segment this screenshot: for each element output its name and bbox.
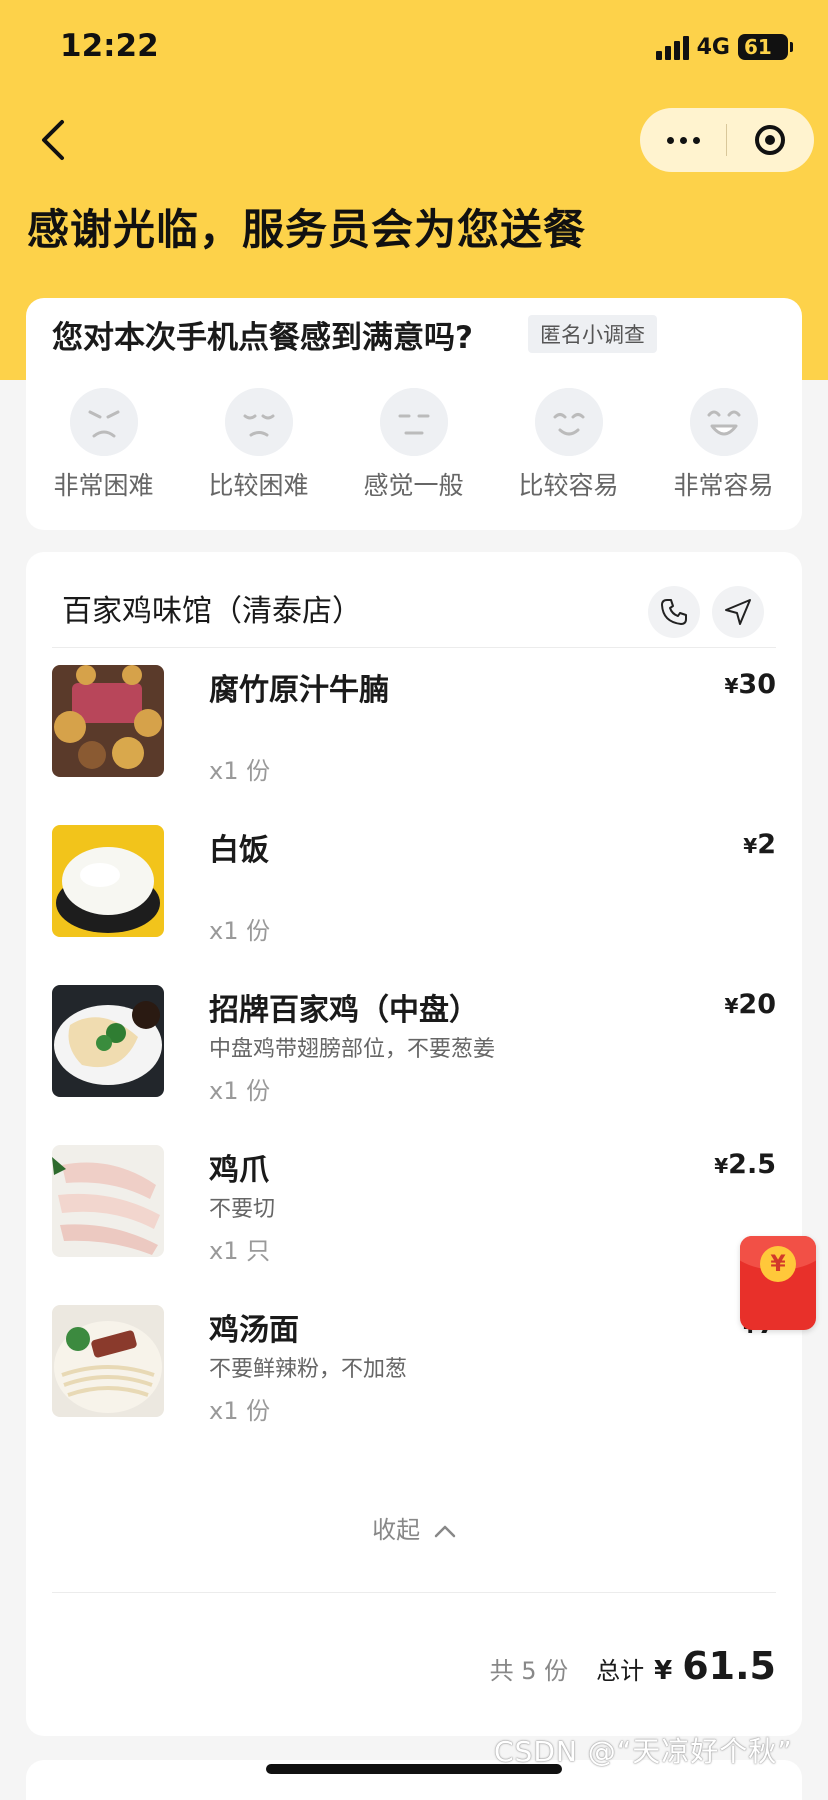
total-amount: 61.5: [682, 1644, 776, 1688]
smile-face-icon: [534, 388, 603, 456]
signal-icon: [655, 34, 689, 60]
list-item[interactable]: 白饭 x1 份 ¥2: [52, 825, 776, 945]
item-quantity: x1 份: [209, 1397, 271, 1425]
phone-icon: [661, 599, 687, 625]
status-time: 12:22: [60, 28, 159, 64]
item-price: ¥2.5: [714, 1149, 776, 1180]
survey-option-label: 感觉一般: [363, 471, 464, 500]
more-dots-icon[interactable]: [640, 108, 726, 172]
red-packet-icon[interactable]: ¥: [740, 1236, 816, 1330]
rice-photo: [52, 825, 164, 937]
survey-option-easy[interactable]: 比较容易: [491, 388, 646, 502]
network-type: 4G: [696, 34, 730, 60]
chicken-feet-photo: [52, 1145, 164, 1257]
noodle-soup-photo: [52, 1305, 164, 1417]
item-name: 腐竹原汁牛腩: [209, 673, 389, 708]
list-item[interactable]: 腐竹原汁牛腩 x1 份 ¥30: [52, 665, 776, 785]
order-summary: 共 5 份 总计 ¥ 61.5: [490, 1644, 776, 1688]
item-name: 白饭: [209, 833, 269, 868]
survey-option-label: 比较困难: [208, 471, 309, 500]
item-quantity: x1 份: [209, 1077, 271, 1105]
status-indicators: 4G 61: [655, 34, 793, 60]
survey-option-hard[interactable]: 比较困难: [181, 388, 336, 502]
target-icon[interactable]: [727, 108, 813, 172]
item-quantity: x1 份: [209, 917, 271, 945]
item-price: ¥20: [725, 989, 777, 1020]
currency-symbol: ¥: [654, 1656, 673, 1686]
item-note: 不要切: [209, 1197, 276, 1222]
chicken-photo: [52, 985, 164, 1097]
list-item[interactable]: 鸡汤面 不要鲜辣粉，不加葱 x1 份 ¥7: [52, 1305, 776, 1425]
item-price: ¥30: [725, 669, 777, 700]
item-note: 不要鲜辣粉，不加葱: [209, 1357, 408, 1382]
item-price: ¥2: [743, 829, 776, 860]
shop-name[interactable]: 百家鸡味馆（清泰店）: [62, 586, 362, 630]
chevron-up-icon: [434, 1525, 456, 1538]
list-item[interactable]: 招牌百家鸡（中盘） 中盘鸡带翅膀部位，不要葱姜 x1 份 ¥20: [52, 985, 776, 1105]
summary-divider: [52, 1592, 776, 1593]
currency-symbol: ¥: [714, 1154, 729, 1178]
item-price-value: 2: [757, 829, 776, 860]
angry-face-icon: [69, 388, 138, 456]
battery-icon: 61: [738, 34, 793, 60]
currency-symbol: ¥: [743, 834, 758, 858]
survey-option-very-easy[interactable]: 非常容易: [646, 388, 801, 502]
item-name: 鸡爪: [209, 1153, 269, 1188]
sad-face-icon: [224, 388, 293, 456]
currency-symbol: ¥: [724, 994, 739, 1018]
mini-program-capsule: [640, 108, 814, 172]
item-quantity: x1 只: [209, 1237, 271, 1265]
survey-option-label: 比较容易: [518, 471, 619, 500]
order-card: 百家鸡味馆（清泰店） 腐竹原汁牛腩 x1 份 ¥30 白饭 x1 份 ¥2 招牌…: [26, 552, 802, 1736]
item-count: 共 5 份: [489, 1657, 569, 1685]
survey-option-neutral[interactable]: 感觉一般: [336, 388, 491, 502]
survey-tag: 匿名小调查: [528, 315, 657, 353]
item-quantity: x1 份: [209, 757, 271, 785]
battery-level: 61: [744, 35, 772, 59]
list-item[interactable]: 鸡爪 不要切 x1 只 ¥2.5: [52, 1145, 776, 1265]
call-button[interactable]: [648, 586, 700, 638]
red-packet-coin: ¥: [760, 1246, 796, 1282]
survey-option-label: 非常容易: [673, 471, 774, 500]
collapse-button[interactable]: 收起: [26, 1510, 802, 1545]
laugh-face-icon: [689, 388, 758, 456]
item-note: 中盘鸡带翅膀部位，不要葱姜: [209, 1037, 496, 1062]
header-divider: [52, 647, 776, 648]
home-indicator[interactable]: [266, 1764, 562, 1774]
item-price-value: 20: [738, 989, 776, 1020]
survey-question: 您对本次手机点餐感到满意吗?: [52, 320, 473, 356]
item-name: 鸡汤面: [209, 1313, 299, 1348]
total-label: 总计: [596, 1657, 645, 1685]
item-price-value: 2.5: [728, 1149, 776, 1180]
item-name: 招牌百家鸡（中盘）: [209, 993, 479, 1028]
item-price-value: 30: [738, 669, 776, 700]
satisfaction-survey-card: 您对本次手机点餐感到满意吗? 匿名小调查 非常困难 比较困难 感觉一般 比较容易…: [26, 298, 802, 530]
survey-option-label: 非常困难: [53, 471, 154, 500]
beef-brisket-photo: [52, 665, 164, 777]
survey-options: 非常困难 比较困难 感觉一般 比较容易 非常容易: [26, 388, 802, 502]
navigate-button[interactable]: [712, 586, 764, 638]
collapse-label: 收起: [372, 1516, 421, 1544]
currency-symbol: ¥: [724, 674, 739, 698]
neutral-face-icon: [379, 388, 448, 456]
chevron-left-icon[interactable]: [34, 118, 74, 162]
survey-option-very-hard[interactable]: 非常困难: [26, 388, 181, 502]
navigation-arrow-icon: [725, 599, 751, 625]
page-title: 感谢光临，服务员会为您送餐: [27, 205, 587, 254]
